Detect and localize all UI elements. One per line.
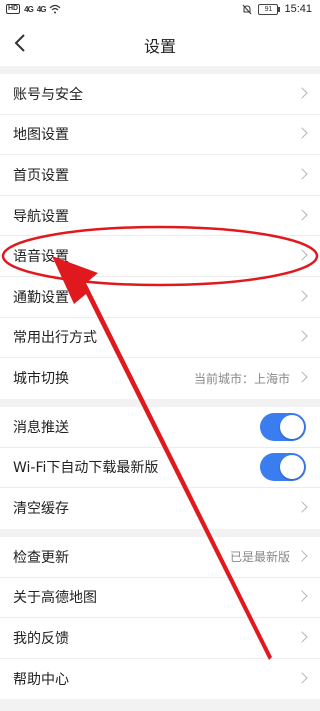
row-label: 语音设置 <box>13 249 69 266</box>
chevron-right-icon <box>296 330 308 343</box>
row-label: 通勤设置 <box>13 289 69 306</box>
status-right: 91 15:41 <box>242 3 312 15</box>
hd-icon: HD <box>6 4 21 14</box>
mute-bell-icon <box>243 4 252 14</box>
push-toggle[interactable] <box>260 412 306 441</box>
row-label: 常用出行方式 <box>13 330 97 347</box>
row-label: 地图设置 <box>13 127 69 144</box>
row-label: 帮助中心 <box>13 672 69 689</box>
row-label: 清空缓存 <box>13 501 69 518</box>
chevron-right-icon <box>296 672 308 684</box>
page-title: 设置 <box>143 37 176 56</box>
battery-icon: 91 <box>258 3 281 15</box>
row-label: 账号与安全 <box>13 86 83 103</box>
chevron-right-icon <box>296 631 308 643</box>
settings-row-voice[interactable]: 语音设置 <box>0 236 320 277</box>
toggle-knob <box>280 414 304 439</box>
settings-row-about[interactable]: 关于高德地图 <box>0 578 320 619</box>
settings-group-download: 消息推送 Wi-Fi下自动下载最新版 清空缓存 <box>0 407 320 529</box>
settings-row-travel-mode[interactable]: 常用出行方式 <box>0 318 320 359</box>
settings-row-clear-cache[interactable]: 清空缓存 <box>0 488 320 529</box>
row-label: 城市切换 <box>13 371 69 388</box>
settings-row-help[interactable]: 帮助中心 <box>0 659 320 700</box>
row-label: 首页设置 <box>13 167 69 184</box>
nav-bar: 设置 <box>0 20 320 66</box>
settings-group-general: 账号与安全 地图设置 首页设置 导航设置 语音设置 通勤设置 常用出行方式 城市… <box>0 74 320 399</box>
status-left: HD 4G 4G <box>6 4 61 14</box>
chevron-right-icon <box>296 371 308 384</box>
row-label: Wi-Fi下自动下载最新版 <box>13 460 159 477</box>
settings-row-city[interactable]: 城市切换 当前城市：上海市 <box>0 358 320 399</box>
row-label: 消息推送 <box>13 419 69 436</box>
settings-row-check-update[interactable]: 检查更新 已是最新版 <box>0 537 320 578</box>
signal-icon: 4G <box>24 4 34 14</box>
signal-icon-2: 4G <box>36 4 47 14</box>
toggle-knob <box>280 455 304 480</box>
chevron-right-icon <box>296 501 308 514</box>
wifi-icon <box>50 4 61 14</box>
row-label: 导航设置 <box>13 208 69 225</box>
settings-group-about: 检查更新 已是最新版 关于高德地图 我的反馈 帮助中心 <box>0 537 320 700</box>
settings-row-navigation[interactable]: 导航设置 <box>0 196 320 237</box>
chevron-right-icon <box>296 590 308 603</box>
status-bar: HD 4G 4G 91 15:41 <box>0 0 320 20</box>
chevron-right-icon <box>296 87 308 99</box>
update-status-value: 已是最新版 <box>229 550 290 565</box>
wifi-download-toggle[interactable] <box>260 453 306 482</box>
chevron-right-icon <box>296 208 308 221</box>
chevron-right-icon <box>296 550 308 562</box>
chevron-right-icon <box>296 249 308 261</box>
chevron-right-icon <box>296 290 308 302</box>
settings-row-commute[interactable]: 通勤设置 <box>0 277 320 318</box>
settings-row-homepage[interactable]: 首页设置 <box>0 155 320 196</box>
chevron-right-icon <box>296 168 308 180</box>
settings-row-map[interactable]: 地图设置 <box>0 115 320 156</box>
row-label: 我的反馈 <box>13 630 69 647</box>
settings-row-account-security[interactable]: 账号与安全 <box>0 74 320 115</box>
settings-row-feedback[interactable]: 我的反馈 <box>0 618 320 659</box>
settings-row-wifi-download: Wi-Fi下自动下载最新版 <box>0 448 320 489</box>
chevron-right-icon <box>296 127 308 140</box>
row-label: 检查更新 <box>13 549 69 566</box>
settings-row-push: 消息推送 <box>0 407 320 448</box>
current-city-value: 当前城市：上海市 <box>193 371 290 386</box>
row-label: 关于高德地图 <box>13 590 97 607</box>
clock: 15:41 <box>284 3 312 15</box>
